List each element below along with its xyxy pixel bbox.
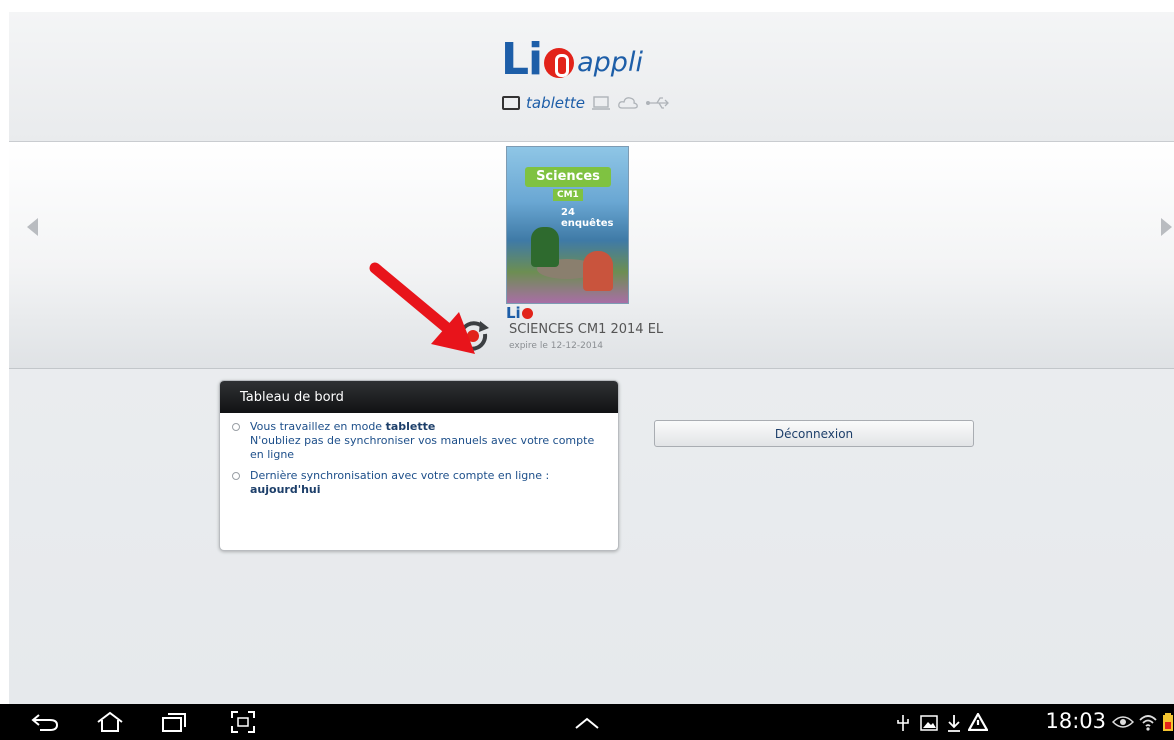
warning-status-icon	[968, 713, 988, 731]
gallery-status-icon	[920, 715, 938, 731]
logout-button[interactable]: Déconnexion	[654, 420, 974, 447]
cloud-icon[interactable]	[617, 95, 639, 111]
dashboard-item-last-sync: Dernière synchronisation avec votre comp…	[220, 469, 618, 497]
app-header: Li appli tablette	[9, 12, 1174, 142]
cover-illustration-child	[583, 251, 613, 291]
usb-status-icon	[897, 715, 909, 731]
logo-b-icon	[544, 48, 575, 78]
download-status-icon	[948, 715, 960, 732]
dashboard-title: Tableau de bord	[220, 381, 618, 413]
back-icon[interactable]	[30, 712, 60, 732]
libappli-logo: Li appli	[501, 32, 643, 82]
logo-appli-text: appli	[577, 47, 643, 78]
annotation-arrow-icon	[369, 262, 475, 354]
mode-value-text: tablette	[385, 420, 436, 433]
laptop-icon[interactable]	[591, 95, 611, 111]
cover-subtitle: 24 enquêtes	[561, 207, 614, 229]
book-brand-b-icon	[521, 308, 533, 319]
bullet-icon	[232, 423, 240, 431]
android-navigation-bar: 18:03	[0, 704, 1174, 740]
cover-title: Sciences	[525, 167, 611, 187]
home-icon[interactable]	[95, 711, 125, 733]
carousel-next-icon[interactable]	[1161, 218, 1172, 236]
book-title: SCIENCES CM1 2014 EL	[509, 322, 664, 337]
book-brand-logo: Li	[506, 306, 533, 321]
wifi-status-icon	[1139, 715, 1157, 731]
recent-apps-icon[interactable]	[160, 711, 188, 733]
book-carousel: Sciences CM1 24 enquêtes Li SCIENCES CM1…	[9, 142, 1174, 369]
clock: 18:03	[1045, 709, 1106, 733]
book-expiry: expire le 12-12-2014	[509, 341, 604, 351]
logo-li-text: Li	[501, 34, 543, 85]
usb-icon[interactable]	[645, 95, 669, 111]
cover-level: CM1	[553, 189, 583, 201]
dashboard-panel: Tableau de bord Vous travaillez en mode …	[219, 380, 619, 551]
mode-selector: tablette	[502, 94, 669, 112]
book-brand-text: Li	[506, 304, 521, 322]
eye-status-icon	[1112, 716, 1134, 728]
tablet-icon[interactable]	[502, 96, 520, 110]
bullet-icon	[232, 472, 240, 480]
dashboard-item-mode: Vous travaillez en mode tablette N'oubli…	[220, 420, 618, 462]
app-window: Li appli tablette Sciences CM1 24 enquêt…	[9, 12, 1174, 704]
cover-illustration-child	[531, 227, 559, 267]
last-sync-label: Dernière synchronisation avec votre comp…	[250, 469, 550, 482]
mode-label: tablette	[526, 94, 585, 112]
carousel-prev-icon[interactable]	[27, 218, 38, 236]
chevron-up-icon[interactable]	[574, 716, 600, 730]
battery-status-icon	[1163, 713, 1173, 731]
last-sync-value: aujourd'hui	[250, 483, 321, 496]
mode-prefix-text: Vous travaillez en mode	[250, 420, 386, 433]
screenshot-icon[interactable]	[230, 710, 256, 734]
book-cover[interactable]: Sciences CM1 24 enquêtes	[506, 146, 629, 304]
sync-reminder-text: N'oubliez pas de synchroniser vos manuel…	[250, 434, 595, 461]
